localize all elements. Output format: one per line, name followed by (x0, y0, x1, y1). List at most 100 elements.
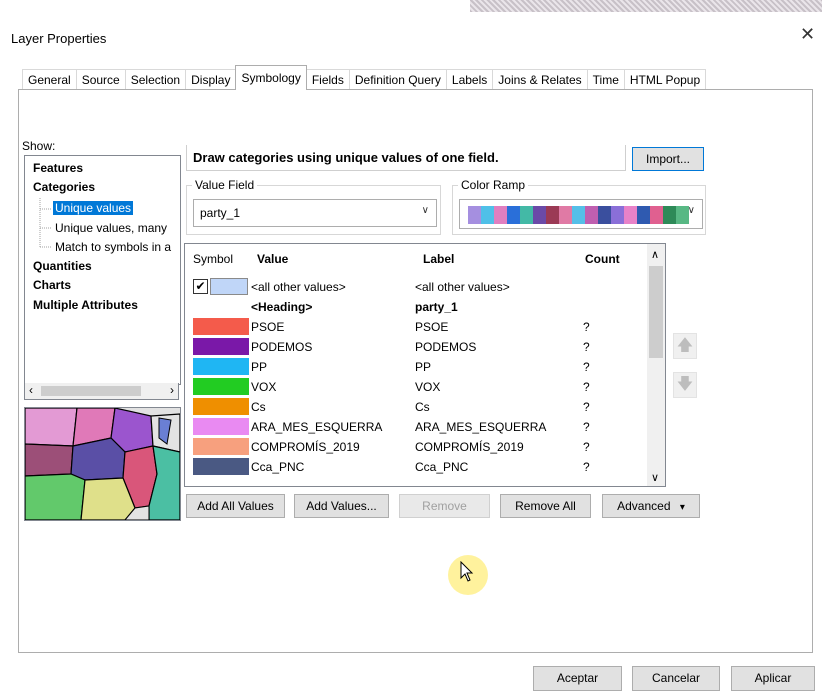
tab-joins-relates[interactable]: Joins & Relates (492, 69, 588, 90)
row-value: <Heading> (251, 300, 313, 314)
ramp-swatch (507, 206, 520, 224)
tree-item-charts[interactable]: Charts (33, 278, 71, 292)
symbol-swatch[interactable] (193, 378, 249, 395)
table-row[interactable]: Cs Cs? (185, 397, 645, 417)
row-value: Cs (251, 400, 266, 414)
close-icon[interactable]: ✕ (800, 24, 815, 45)
symbol-swatch[interactable] (210, 278, 248, 295)
column-header-value[interactable]: Value (257, 244, 288, 274)
preview-map (24, 407, 181, 521)
table-row[interactable]: ✔ <all other values> <all other values> (185, 277, 645, 297)
color-ramp-group: Color Ramp ∨ (452, 178, 706, 235)
tab-selection[interactable]: Selection (124, 69, 187, 90)
row-label: Cs (415, 400, 430, 414)
tab-labels[interactable]: Labels (445, 69, 494, 90)
advanced-button[interactable]: Advanced ▾ (602, 494, 700, 518)
scroll-thumb[interactable] (41, 386, 141, 396)
remove-button[interactable]: Remove (399, 494, 490, 518)
color-ramp-select[interactable]: ∨ (459, 199, 703, 229)
show-tree: Features Categories Unique values Unique… (24, 155, 181, 385)
ramp-swatch (585, 206, 598, 224)
scroll-down-icon[interactable]: ∨ (651, 471, 659, 484)
symbol-swatch[interactable] (193, 338, 249, 355)
symbol-swatch[interactable] (193, 398, 249, 415)
tree-item-multiple-attributes[interactable]: Multiple Attributes (33, 298, 138, 312)
row-label: Cca_PNC (415, 460, 469, 474)
ramp-swatch (598, 206, 611, 224)
tree-horizontal-scrollbar[interactable]: ‹ › (24, 383, 179, 400)
value-field-selected: party_1 (200, 206, 241, 220)
ramp-swatch (520, 206, 533, 224)
pointer-icon (460, 561, 474, 582)
tree-item-features[interactable]: Features (33, 161, 83, 175)
row-count: ? (583, 320, 590, 334)
row-count: ? (583, 380, 590, 394)
tab-source[interactable]: Source (75, 69, 126, 90)
table-row[interactable]: PP PP? (185, 357, 645, 377)
move-up-icon[interactable]: 🡅 (673, 333, 697, 359)
ramp-swatch (494, 206, 507, 224)
scroll-left-icon[interactable]: ‹ (29, 383, 33, 397)
tree-item-quantities[interactable]: Quantities (33, 259, 92, 273)
symbol-swatch[interactable] (193, 358, 249, 375)
table-row[interactable]: <Heading> party_1 (185, 297, 645, 317)
row-count: ? (583, 360, 590, 374)
ramp-swatch (559, 206, 572, 224)
table-row[interactable]: VOX VOX? (185, 377, 645, 397)
row-label: COMPROMÍS_2019 (415, 440, 524, 454)
column-header-label[interactable]: Label (423, 244, 454, 274)
value-field-select[interactable]: party_1 ∨ (193, 199, 437, 227)
scroll-thumb[interactable] (649, 266, 663, 358)
tree-item-unique-values[interactable]: Unique values (53, 201, 134, 215)
ramp-swatch (650, 206, 663, 224)
symbol-swatch[interactable] (193, 438, 249, 455)
table-vertical-scrollbar[interactable]: ∧ ∨ (647, 244, 665, 486)
row-label: VOX (415, 380, 441, 394)
tab-definition-query[interactable]: Definition Query (348, 69, 447, 90)
row-label: PODEMOS (415, 340, 477, 354)
tab-general[interactable]: General (22, 69, 77, 90)
tab-display[interactable]: Display (185, 69, 237, 90)
row-count: ? (583, 420, 590, 434)
add-values-button[interactable]: Add Values... (294, 494, 389, 518)
symbol-swatch[interactable] (193, 418, 249, 435)
row-label: ARA_MES_ESQUERRA (415, 420, 547, 434)
move-down-icon[interactable]: 🡇 (673, 372, 697, 398)
value-field-caption: Value Field (192, 178, 258, 192)
row-label: PSOE (415, 320, 449, 334)
table-row[interactable]: COMPROMÍS_2019 COMPROMÍS_2019? (185, 437, 645, 457)
row-value: <all other values> (251, 280, 346, 294)
table-row[interactable]: Cca_PNC Cca_PNC? (185, 457, 645, 477)
tab-symbology[interactable]: Symbology (235, 65, 307, 90)
show-label: Show: (22, 139, 56, 153)
tree-item-categories[interactable]: Categories (33, 180, 95, 194)
tree-item-unique-values-many[interactable]: Unique values, many (55, 221, 167, 235)
column-header-count[interactable]: Count (585, 244, 620, 274)
tab-time[interactable]: Time (586, 69, 625, 90)
tab-html-popup[interactable]: HTML Popup (623, 69, 707, 90)
import-button[interactable]: Import... (632, 147, 704, 171)
dialog-title: Layer Properties (11, 31, 107, 46)
scroll-up-icon[interactable]: ∧ (651, 248, 659, 261)
table-row[interactable]: PSOE PSOE? (185, 317, 645, 337)
row-value: COMPROMÍS_2019 (251, 440, 360, 454)
row-label: party_1 (415, 300, 458, 314)
cancel-button[interactable]: Cancelar (632, 666, 720, 691)
ramp-swatch (481, 206, 494, 224)
apply-button[interactable]: Aplicar (731, 666, 815, 691)
symbol-swatch[interactable] (193, 318, 249, 335)
symbol-swatch[interactable] (193, 458, 249, 475)
ramp-swatch (533, 206, 546, 224)
column-header-symbol[interactable]: Symbol (193, 244, 233, 274)
tab-fields[interactable]: Fields (305, 69, 350, 90)
table-row[interactable]: PODEMOS PODEMOS? (185, 337, 645, 357)
scroll-right-icon[interactable]: › (170, 383, 174, 397)
add-all-values-button[interactable]: Add All Values (186, 494, 285, 518)
advanced-label: Advanced (617, 499, 671, 513)
visibility-checkbox[interactable]: ✔ (193, 279, 208, 294)
ok-button[interactable]: Aceptar (533, 666, 622, 691)
tree-item-match-to-symbols[interactable]: Match to symbols in a (55, 240, 171, 254)
row-count: ? (583, 460, 590, 474)
table-row[interactable]: ARA_MES_ESQUERRA ARA_MES_ESQUERRA? (185, 417, 645, 437)
remove-all-button[interactable]: Remove All (500, 494, 591, 518)
